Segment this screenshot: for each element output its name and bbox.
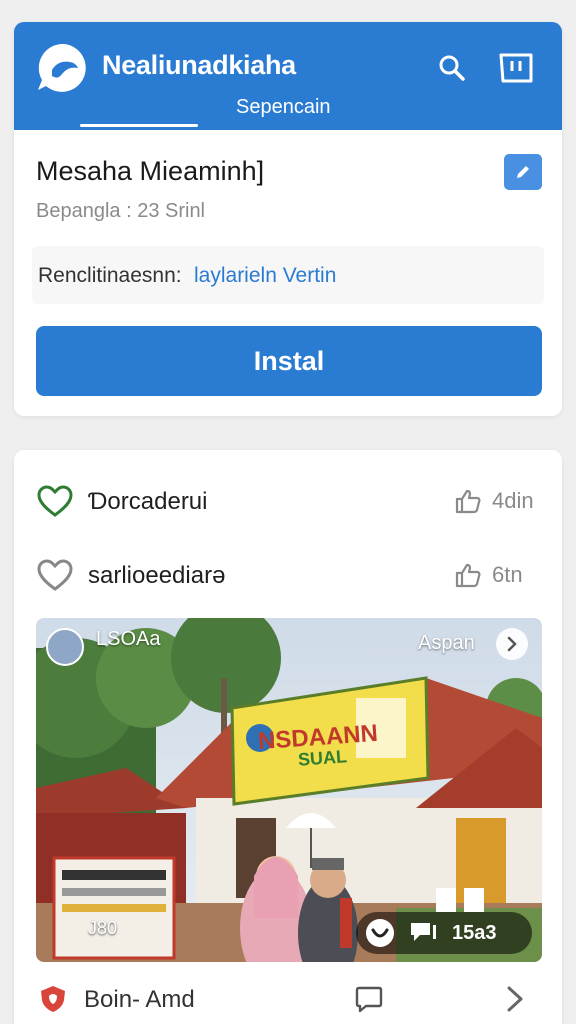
app-meta: Bepangla : 23 Srinl [36,200,206,222]
list-item-time: 6tn [492,562,523,587]
chat-bubble-logo-icon[interactable] [36,40,92,96]
post-action-bar: Boin‐ Amd [14,974,562,1024]
post-action-label: Boin‐ Amd [84,986,195,1013]
feed-card: Ɗorcaderui 4din sarlioeediarə 6tn LSOAa … [14,450,562,1024]
pencil-icon [517,166,529,178]
banner-subtitle: SUAL [297,746,348,770]
install-button[interactable]: Instal [36,326,542,396]
like-glyph-icon [371,928,389,938]
active-tab-indicator [80,124,198,127]
edit-button[interactable] [504,154,542,190]
chevron-right-icon[interactable] [502,984,528,1014]
recommendation-label: Renclitinaesnn: [38,264,182,287]
app-header: Nealiunadkiaha Sepencain [14,22,562,130]
recommendation-box: Renclitinaesnn: laylarieln Vertin [32,246,544,304]
list-item-label: sarlioeediarə [88,562,226,589]
tab-sepencain[interactable]: Sepencain [236,96,331,119]
post-username: LSOAa [96,628,161,650]
app-name: Nealiunadkiaha [102,50,296,80]
list-item-label: Ɗorcaderui [88,488,208,515]
thumbs-up-icon[interactable] [454,488,482,514]
app-detail-card: Nealiunadkiaha Sepencain Mesaha Mieaminh… [14,22,562,416]
like-bubble-icon[interactable] [366,919,394,947]
stat-count: 15а3 [452,921,497,944]
list-item-time: 4din [492,488,534,513]
thumbs-up-icon[interactable] [454,562,482,588]
recommendation-link[interactable]: laylarieln Vertin [194,264,336,288]
heart-outline-icon[interactable] [36,558,74,592]
shopping-bag-icon [499,53,533,83]
post-stats: 15а3 [356,912,532,954]
store-button[interactable] [496,48,536,88]
post-image[interactable]: LSOAa Aspan NSDAANN SUAL J80 15а3 [36,618,542,962]
shield-icon[interactable] [38,984,68,1014]
search-icon [439,55,465,81]
avatar[interactable] [46,628,84,666]
app-title: Mesaha Mieaminh] [36,156,265,186]
heart-outline-icon[interactable] [36,484,74,518]
search-button[interactable] [432,48,472,88]
list-item[interactable]: sarlioeediarə 6tn [14,544,562,604]
sign-text: J80 [88,918,118,938]
list-item[interactable]: Ɗorcaderui 4din [14,470,562,530]
chevron-right-icon [507,636,517,652]
post-tag: Aspan [418,632,475,654]
chat-icon[interactable] [354,984,384,1014]
next-button[interactable] [496,628,528,660]
comment-icon[interactable] [408,920,438,946]
post-photo [36,618,542,962]
